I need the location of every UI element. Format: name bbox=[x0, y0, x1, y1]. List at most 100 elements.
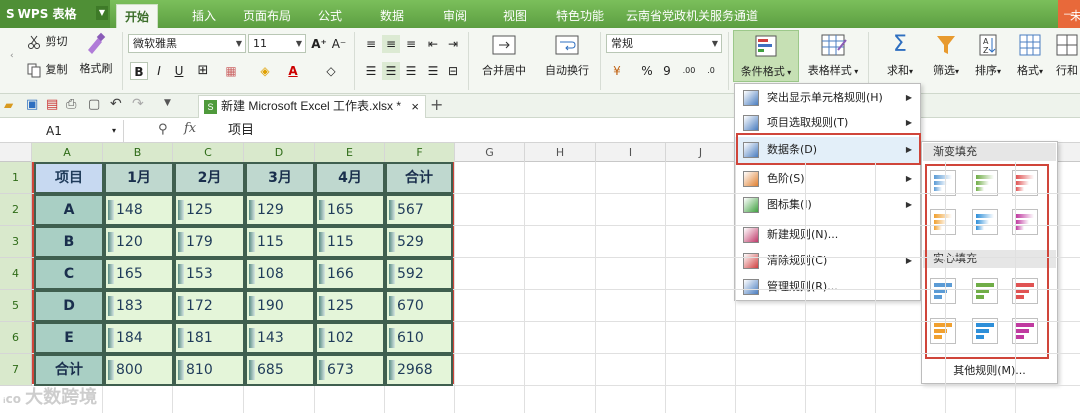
open-folder-icon[interactable]: ▰ bbox=[4, 98, 13, 112]
table-cell[interactable]: 108 bbox=[245, 258, 315, 290]
clear-format-icon[interactable]: ◇ bbox=[322, 62, 340, 80]
increase-decimal-icon[interactable]: .00 bbox=[680, 62, 698, 80]
table-cell[interactable]: 153 bbox=[174, 258, 245, 290]
format-painter-button[interactable]: 格式刷 bbox=[76, 32, 116, 76]
column-header-d[interactable]: D bbox=[244, 143, 315, 162]
table-cell[interactable]: 592 bbox=[385, 258, 453, 290]
highlight-rules-item[interactable]: 突出显示单元格规则(H) ▶ bbox=[735, 85, 920, 111]
decrease-decimal-icon[interactable]: .0 bbox=[702, 62, 720, 80]
table-cell[interactable]: 183 bbox=[104, 290, 174, 322]
row-header-4[interactable]: 4 bbox=[0, 258, 32, 290]
currency-icon[interactable]: ¥ bbox=[608, 62, 626, 80]
formula-input[interactable]: 项目 bbox=[228, 120, 254, 142]
tab-2[interactable]: 插入 bbox=[184, 4, 224, 28]
align-middle-icon[interactable]: ≡ bbox=[382, 35, 400, 53]
align-top-icon[interactable]: ≡ bbox=[362, 35, 380, 53]
font-name-select[interactable]: 微软雅黑 ▼ bbox=[128, 34, 246, 53]
app-menu-button[interactable]: S WPS 表格 bbox=[0, 0, 110, 28]
cell-style-icon[interactable]: ▦ bbox=[222, 62, 240, 80]
table-row-label[interactable]: 合计 bbox=[34, 354, 104, 386]
table-cell[interactable]: 120 bbox=[104, 226, 174, 258]
indent-icon[interactable]: ⇥ bbox=[444, 35, 462, 53]
outdent-icon[interactable]: ⇤ bbox=[424, 35, 442, 53]
italic-button[interactable]: I bbox=[150, 62, 168, 80]
data-bars-item[interactable]: 数据条(D) ▶ bbox=[735, 137, 920, 163]
table-header-cell[interactable]: 1月 bbox=[104, 162, 174, 194]
border-icon[interactable]: ⊞ bbox=[194, 62, 212, 80]
app-menu-dropdown-icon[interactable]: ▼ bbox=[96, 6, 108, 20]
row-header-1[interactable]: 1 bbox=[0, 162, 32, 194]
table-cell[interactable]: 810 bbox=[174, 354, 245, 386]
other-rules-item[interactable]: 其他规则(M)... bbox=[922, 362, 1057, 378]
table-cell[interactable]: 179 bbox=[174, 226, 245, 258]
table-header-cell[interactable]: 合计 bbox=[385, 162, 453, 194]
table-cell[interactable]: 102 bbox=[315, 322, 385, 354]
decrease-font-icon[interactable]: A⁻ bbox=[330, 35, 348, 53]
font-size-select[interactable]: 11 ▼ bbox=[248, 34, 306, 53]
number-format-select[interactable]: 常规 ▼ bbox=[606, 34, 722, 53]
table-header-cell[interactable]: 3月 bbox=[245, 162, 315, 194]
document-tab[interactable]: S 新建 Microsoft Excel 工作表.xlsx * × bbox=[198, 95, 426, 118]
tab-9[interactable]: 云南省党政机关服务通道 bbox=[618, 4, 766, 28]
tab-8[interactable]: 特色功能 bbox=[548, 4, 612, 28]
table-cell[interactable]: 673 bbox=[315, 354, 385, 386]
table-row-label[interactable]: B bbox=[34, 226, 104, 258]
row-header-6[interactable]: 6 bbox=[0, 322, 32, 354]
column-header-a[interactable]: A bbox=[32, 143, 103, 162]
fill-color-icon[interactable]: ◈ bbox=[256, 62, 274, 80]
tab-5[interactable]: 数据 bbox=[372, 4, 412, 28]
table-cell[interactable]: 143 bbox=[245, 322, 315, 354]
format-button[interactable]: 格式▾ bbox=[1010, 32, 1050, 79]
tab-4[interactable]: 公式 bbox=[310, 4, 350, 28]
table-header-cell[interactable]: 2月 bbox=[174, 162, 245, 194]
column-header-i[interactable]: I bbox=[596, 143, 666, 162]
table-cell[interactable]: 125 bbox=[174, 194, 245, 226]
export-pdf-icon[interactable]: ▤ bbox=[46, 97, 58, 112]
table-cell[interactable]: 115 bbox=[315, 226, 385, 258]
solid-databar-swatch[interactable] bbox=[930, 278, 956, 304]
justify-icon[interactable]: ☰ bbox=[424, 62, 442, 80]
table-cell[interactable]: 165 bbox=[104, 258, 174, 290]
gradient-databar-swatch[interactable] bbox=[972, 209, 998, 235]
column-header-b[interactable]: B bbox=[103, 143, 173, 162]
solid-databar-swatch[interactable] bbox=[972, 278, 998, 304]
select-all-corner[interactable] bbox=[0, 143, 32, 162]
increase-font-icon[interactable]: A⁺ bbox=[310, 35, 328, 53]
close-icon[interactable]: × bbox=[411, 96, 419, 117]
align-right-icon[interactable]: ☰ bbox=[402, 62, 420, 80]
table-row-label[interactable]: A bbox=[34, 194, 104, 226]
column-header-f[interactable]: F bbox=[385, 143, 455, 162]
add-tab-icon[interactable]: + bbox=[430, 95, 443, 114]
auto-wrap-button[interactable]: 自动换行 bbox=[538, 32, 596, 78]
table-cell[interactable]: 125 bbox=[315, 290, 385, 322]
redo-icon[interactable]: ↷ bbox=[132, 96, 144, 112]
table-style-button[interactable]: 表格样式 ▾ bbox=[802, 32, 864, 79]
table-cell[interactable]: 172 bbox=[174, 290, 245, 322]
table-row-label[interactable]: E bbox=[34, 322, 104, 354]
icon-sets-item[interactable]: 图标集(I) ▶ bbox=[735, 192, 920, 218]
table-cell[interactable]: 567 bbox=[385, 194, 453, 226]
save-icon[interactable]: ▣ bbox=[26, 97, 38, 112]
sum-button[interactable]: Σ 求和▾ bbox=[880, 32, 920, 79]
print-preview-icon[interactable]: ▢ bbox=[88, 97, 100, 112]
table-cell[interactable]: 190 bbox=[245, 290, 315, 322]
tab-10[interactable]: 未 bbox=[1062, 4, 1080, 28]
table-row-label[interactable]: C bbox=[34, 258, 104, 290]
zoom-search-icon[interactable]: ⚲ bbox=[158, 122, 168, 137]
row-header-7[interactable]: 7 bbox=[0, 354, 32, 386]
row-header-5[interactable]: 5 bbox=[0, 290, 32, 322]
sort-button[interactable]: AZ 排序▾ bbox=[968, 32, 1008, 79]
table-cell[interactable]: 529 bbox=[385, 226, 453, 258]
name-box[interactable]: A1 ▾ bbox=[0, 120, 124, 142]
font-color-icon[interactable]: A bbox=[284, 62, 302, 80]
filter-button[interactable]: 筛选▾ bbox=[926, 32, 966, 79]
undo-icon[interactable]: ↶ bbox=[110, 96, 122, 112]
column-header-j[interactable]: J bbox=[666, 143, 736, 162]
customize-qab-icon[interactable]: ▼ bbox=[164, 98, 171, 108]
table-cell[interactable]: 165 bbox=[315, 194, 385, 226]
table-cell[interactable]: 685 bbox=[245, 354, 315, 386]
column-header-g[interactable]: G bbox=[455, 143, 525, 162]
clear-rules-item[interactable]: 清除规则(C) ▶ bbox=[735, 248, 920, 274]
conditional-format-button[interactable]: 条件格式 ▾ bbox=[733, 30, 799, 82]
percent-button[interactable]: % bbox=[638, 62, 656, 80]
